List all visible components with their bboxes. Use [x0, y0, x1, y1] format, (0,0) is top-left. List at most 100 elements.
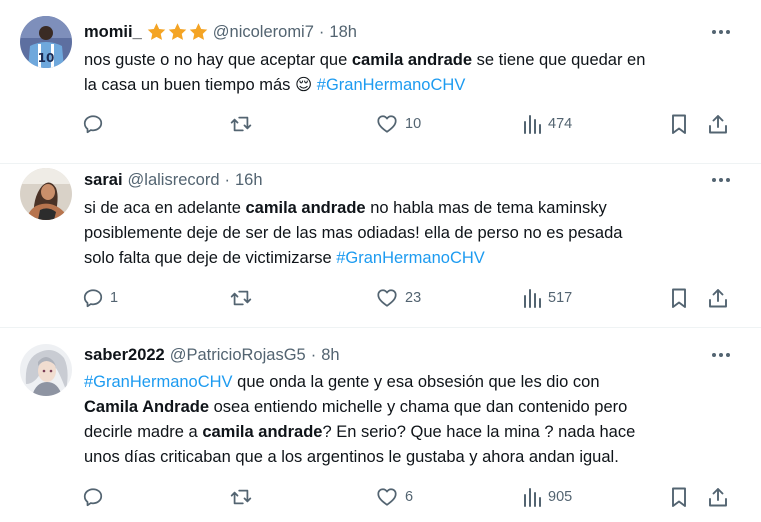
hashtag-link[interactable]: #GranHermanoCHV [84, 373, 233, 391]
display-name[interactable]: sarai [84, 171, 123, 190]
tweet-header: momii_ @nicoleromi7 · 18h [84, 21, 357, 43]
heart-icon [377, 488, 397, 506]
star-icon [147, 23, 166, 40]
view-count: 517 [548, 290, 573, 306]
tweet-text-segment: posiblemente deje de ser de las mas odia… [84, 224, 623, 242]
timestamp[interactable]: 18h [329, 23, 357, 42]
relieved-face-emoji: 😌 [294, 76, 313, 94]
avatar[interactable] [20, 168, 72, 220]
tweet-text-segment: ? En serio? Que hace la mina ? nada hace [322, 423, 636, 441]
tweet-text-segment: nos guste o no hay que aceptar que [84, 51, 352, 69]
tweet-text-segment: decirle madre a [84, 423, 203, 441]
share-icon [709, 488, 727, 507]
more-options-button[interactable] [709, 345, 733, 365]
hashtag-link[interactable]: #GranHermanoCHV [317, 76, 466, 94]
reply-count: 1 [110, 290, 119, 306]
bookmark-button[interactable] [669, 111, 689, 137]
tweet-header: sarai @lalisrecord · 16h [84, 169, 263, 191]
avatar[interactable] [20, 344, 72, 396]
views-icon [524, 289, 541, 308]
tweet-text-segment: no habla mas de tema kaminsky [365, 199, 607, 217]
star-emojis [146, 22, 209, 42]
views-button[interactable]: 905 [522, 484, 572, 510]
bookmark-icon [672, 114, 686, 134]
bookmark-button[interactable] [669, 484, 689, 510]
views-button[interactable]: 517 [522, 285, 572, 311]
like-button[interactable]: 23 [375, 285, 421, 311]
share-icon [709, 115, 727, 134]
like-count: 6 [405, 489, 414, 505]
tweet[interactable]: sarai @lalisrecord · 16h si de aca en ad… [0, 164, 761, 328]
tweet-text-line: nos guste o no hay que aceptar que camil… [84, 48, 744, 73]
more-icon [712, 353, 730, 357]
retweet-icon [230, 290, 252, 306]
reply-button[interactable] [82, 484, 110, 510]
hashtag-link[interactable]: #GranHermanoCHV [336, 249, 485, 267]
like-count: 23 [405, 290, 422, 306]
share-button[interactable] [707, 484, 729, 510]
like-button[interactable]: 6 [375, 484, 413, 510]
reply-button[interactable]: 1 [82, 285, 118, 311]
user-handle[interactable]: @lalisrecord [128, 171, 220, 190]
reply-icon [83, 488, 103, 507]
tweet-text-segment: unos días criticaban que a los argentino… [84, 448, 619, 466]
heart-icon [377, 115, 397, 133]
display-name[interactable]: momii_ [84, 23, 142, 42]
like-button[interactable]: 10 [375, 111, 421, 137]
action-bar: 6 905 [0, 484, 761, 510]
star-icon [168, 23, 187, 40]
tweet-text-line: posiblemente deje de ser de las mas odia… [84, 221, 744, 246]
retweet-icon [230, 116, 252, 132]
highlighted-keyword: Camila Andrade [84, 398, 210, 416]
highlighted-keyword: camila andrade [202, 423, 323, 441]
separator-dot: · [318, 22, 325, 41]
user-handle[interactable]: @nicoleromi7 [213, 23, 314, 42]
share-button[interactable] [707, 285, 729, 311]
more-icon [712, 30, 730, 34]
bookmark-button[interactable] [669, 285, 689, 311]
tweet-text-segment: se tiene que quedar en [472, 51, 646, 69]
tweet-text-line: unos días criticaban que a los argentino… [84, 445, 744, 470]
like-count: 10 [405, 116, 422, 132]
retweet-button[interactable] [229, 111, 253, 137]
timestamp[interactable]: 16h [235, 171, 263, 190]
views-icon [524, 488, 541, 507]
more-options-button[interactable] [709, 170, 733, 190]
tweet-text-line: si de aca en adelante camila andrade no … [84, 196, 744, 221]
tweet-text-segment: la casa un buen tiempo más [84, 76, 295, 94]
tweet[interactable]: saber2022 @PatricioRojasG5 · 8h #GranHer… [0, 328, 761, 522]
avatar[interactable]: 10 [20, 16, 72, 68]
reply-icon [83, 115, 103, 134]
more-options-button[interactable] [709, 22, 733, 42]
share-button[interactable] [707, 111, 729, 137]
highlighted-keyword: camila andrade [245, 199, 366, 217]
tweet-text: #GranHermanoCHV que onda la gente y esa … [84, 370, 744, 470]
star-icon [189, 23, 208, 40]
tweet-text-line: decirle madre a camila andrade? En serio… [84, 420, 744, 445]
display-name[interactable]: saber2022 [84, 346, 165, 365]
timeline: 10 momii_ @nicoleromi7 · 18h nos guste o… [0, 0, 761, 522]
retweet-button[interactable] [229, 285, 253, 311]
bookmark-icon [672, 288, 686, 308]
tweet-text-line: la casa un buen tiempo más 😌 #GranHerman… [84, 73, 744, 98]
tweet-text: nos guste o no hay que aceptar que camil… [84, 48, 744, 98]
tweet[interactable]: 10 momii_ @nicoleromi7 · 18h nos guste o… [0, 0, 761, 164]
separator-dot: · [310, 345, 317, 364]
reply-button[interactable] [82, 111, 110, 137]
timestamp[interactable]: 8h [321, 346, 339, 365]
bookmark-icon [672, 487, 686, 507]
tweet-text-line: Camila Andrade osea entiendo michelle y … [84, 395, 744, 420]
tweet-text-segment: osea entiendo michelle y chama que dan c… [209, 398, 628, 416]
tweet-text: si de aca en adelante camila andrade no … [84, 196, 744, 271]
user-handle[interactable]: @PatricioRojasG5 [170, 346, 306, 365]
action-bar: 10 474 [0, 111, 761, 137]
retweet-button[interactable] [229, 484, 253, 510]
tweet-text-segment: si de aca en adelante [84, 199, 246, 217]
more-icon [712, 178, 730, 182]
tweet-text-line: #GranHermanoCHV que onda la gente y esa … [84, 370, 744, 395]
views-button[interactable]: 474 [522, 111, 572, 137]
share-icon [709, 289, 727, 308]
tweet-header: saber2022 @PatricioRojasG5 · 8h [84, 344, 340, 366]
separator-dot: · [224, 170, 231, 189]
tweet-text-segment: solo falta que deje de victimizarse [84, 249, 337, 267]
